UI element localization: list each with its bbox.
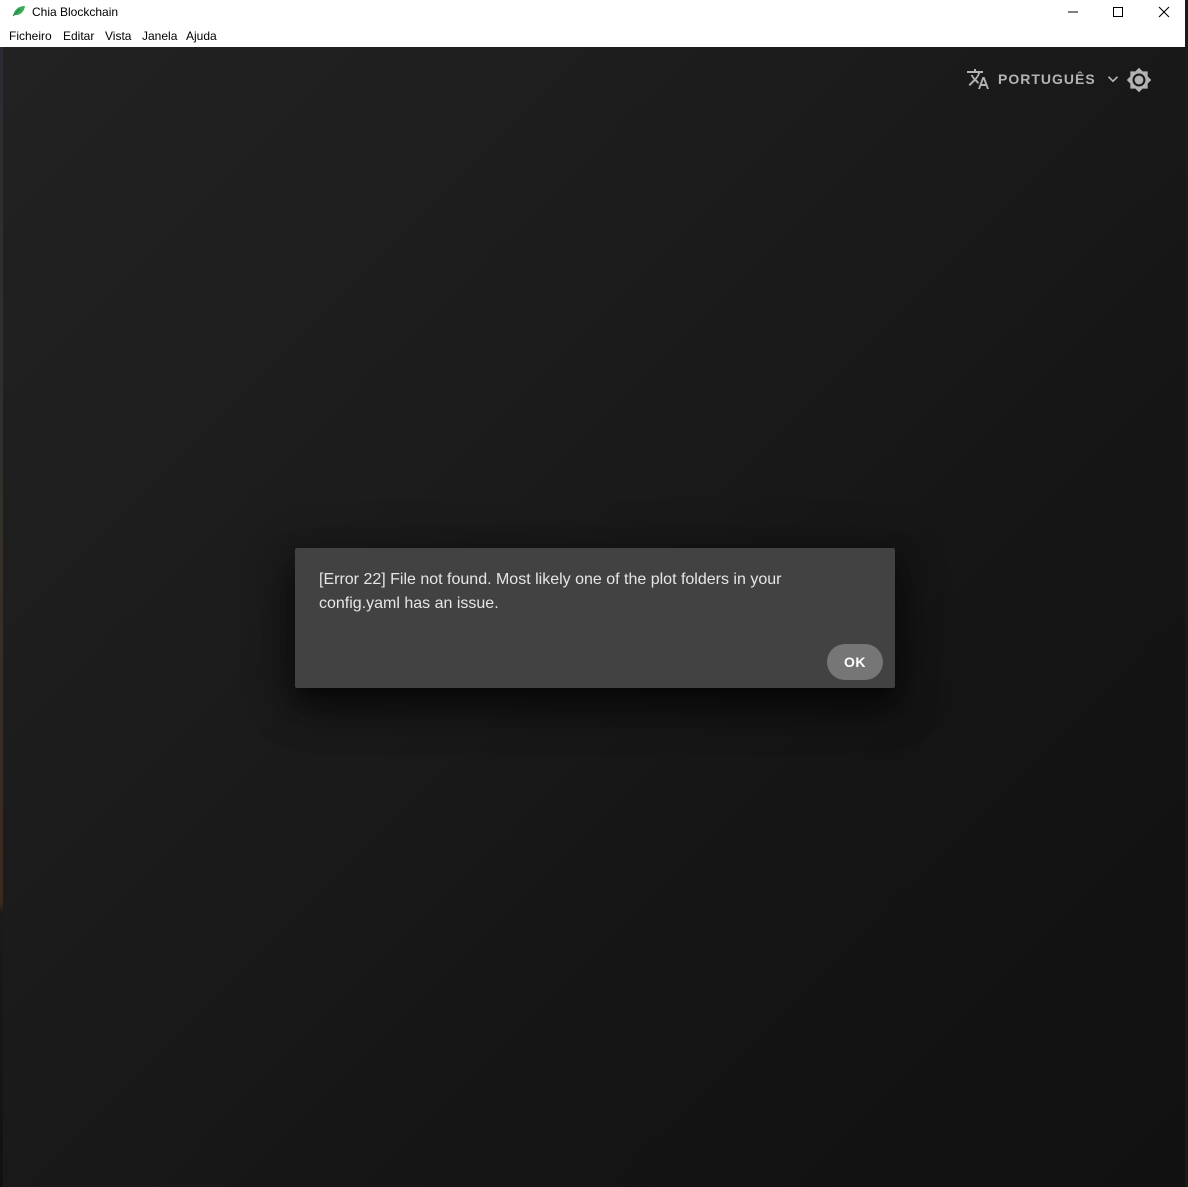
menu-item-editar[interactable]: Editar xyxy=(63,29,94,43)
menu-item-ficheiro[interactable]: Ficheiro xyxy=(9,29,52,43)
menu-item-vista[interactable]: Vista xyxy=(105,29,131,43)
theme-toggle-button[interactable] xyxy=(1126,67,1152,93)
chia-leaf-icon xyxy=(12,6,25,17)
language-select-button[interactable]: PORTUGUÊS xyxy=(966,66,1122,92)
close-button[interactable] xyxy=(1141,0,1187,24)
error-message: [Error 22] File not found. Most likely o… xyxy=(319,571,782,612)
menu-bar: Ficheiro Editar Vista Janela Ajuda xyxy=(0,24,1188,48)
chevron-down-icon xyxy=(1107,76,1118,83)
translate-icon xyxy=(967,69,989,89)
error-dialog: [Error 22] File not found. Most likely o… xyxy=(295,548,895,688)
minimize-icon xyxy=(1068,11,1078,13)
close-icon xyxy=(1158,6,1170,18)
language-label: PORTUGUÊS xyxy=(998,71,1096,87)
title-bar[interactable]: Chia Blockchain xyxy=(0,0,1188,24)
minimize-button[interactable] xyxy=(1050,0,1096,24)
maximize-button[interactable] xyxy=(1095,0,1141,24)
ok-button[interactable]: OK xyxy=(827,644,883,680)
menu-item-ajuda[interactable]: Ajuda xyxy=(186,29,217,43)
menu-item-janela[interactable]: Janela xyxy=(142,29,177,43)
window-title: Chia Blockchain xyxy=(32,5,119,19)
app-window: Chia Blockchain Ficheiro Editar Vista Ja… xyxy=(0,0,1188,1187)
brightness-icon xyxy=(1126,67,1152,93)
maximize-icon xyxy=(1113,7,1123,17)
